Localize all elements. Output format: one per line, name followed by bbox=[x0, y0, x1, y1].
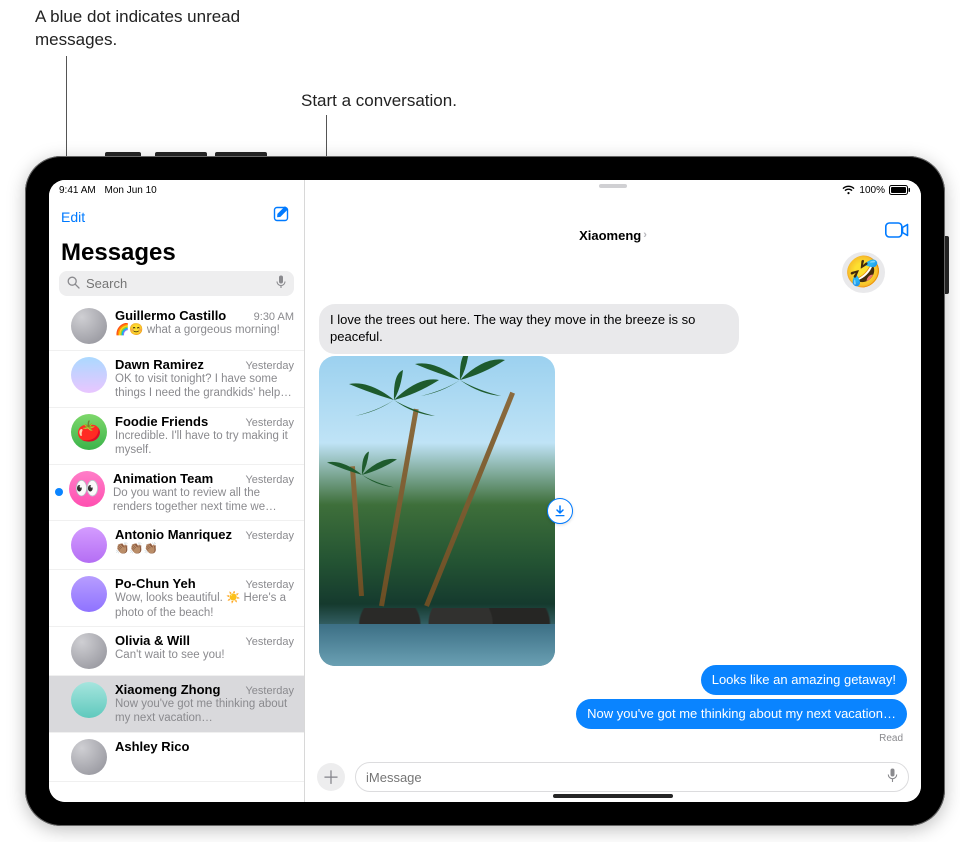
conversation-body: Dawn Ramirez YesterdayOK to visit tonight… bbox=[115, 357, 294, 401]
unread-dot bbox=[55, 488, 63, 496]
sidebar-title: Messages bbox=[49, 233, 304, 271]
avatar bbox=[71, 576, 107, 612]
dictate-icon[interactable] bbox=[276, 275, 286, 292]
conversation-time: Yesterday bbox=[245, 474, 294, 486]
conversation-row[interactable]: Guillermo Castillo 9:30 AM🌈😊 what a gorge… bbox=[49, 302, 304, 351]
conversation-name: Olivia & Will bbox=[115, 633, 190, 648]
download-icon bbox=[553, 504, 567, 518]
message-field[interactable] bbox=[355, 762, 909, 792]
avatar bbox=[71, 633, 107, 669]
status-time: 9:41 AM bbox=[59, 185, 96, 196]
conversation-body: Po-Chun Yeh YesterdayWow, looks beautiful… bbox=[115, 576, 294, 620]
search-box[interactable] bbox=[59, 271, 294, 296]
conversation-row[interactable]: Ashley Rico bbox=[49, 733, 304, 782]
chevron-right-icon: › bbox=[643, 229, 647, 241]
conversation-body: Foodie Friends YesterdayIncredible. I'll … bbox=[115, 414, 294, 458]
search-icon bbox=[67, 276, 80, 292]
conversation-row[interactable]: Xiaomeng Zhong YesterdayNow you've got me… bbox=[49, 676, 304, 733]
conversation-row[interactable]: Po-Chun Yeh YesterdayWow, looks beautiful… bbox=[49, 570, 304, 627]
dictate-icon[interactable] bbox=[887, 768, 898, 786]
conversation-preview: Now you've got me thinking about my next… bbox=[115, 697, 294, 726]
callout-compose: Start a conversation. bbox=[301, 90, 457, 113]
status-date: Mon Jun 10 bbox=[104, 185, 156, 196]
conversation-row[interactable]: 👀 Animation Team YesterdayDo you want to r… bbox=[49, 465, 304, 522]
conversation-preview: 🌈😊 what a gorgeous morning! bbox=[115, 323, 294, 337]
conversation-name: Guillermo Castillo bbox=[115, 308, 226, 323]
conversation-time: Yesterday bbox=[245, 530, 294, 542]
avatar bbox=[71, 357, 107, 393]
tapback-reaction[interactable]: 🤣 bbox=[842, 252, 885, 293]
conversations-sidebar: Edit Messages Guillermo Castillo9 bbox=[49, 180, 305, 802]
tapback-emoji: 🤣 bbox=[845, 256, 882, 289]
conversation-time: Yesterday bbox=[245, 417, 294, 429]
home-indicator[interactable] bbox=[553, 794, 673, 798]
battery-percent: 100% bbox=[859, 185, 885, 196]
conversation-body: Olivia & Will YesterdayCan't wait to see … bbox=[115, 633, 294, 662]
conversation-name: Foodie Friends bbox=[115, 414, 208, 429]
conversation-body: Guillermo Castillo 9:30 AM🌈😊 what a gorge… bbox=[115, 308, 294, 337]
conversation-row[interactable]: Antonio Manriquez Yesterday👏🏽👏🏽👏🏽 bbox=[49, 521, 304, 570]
incoming-photo[interactable] bbox=[319, 356, 555, 666]
conversation-row[interactable]: 🍅 Foodie Friends YesterdayIncredible. I'll… bbox=[49, 408, 304, 465]
outgoing-message[interactable]: Looks like an amazing getaway! bbox=[701, 665, 907, 695]
conversation-name: Dawn Ramirez bbox=[115, 357, 204, 372]
screen: 9:41 AM Mon Jun 10 100% Edit bbox=[49, 180, 921, 802]
incoming-message[interactable]: I love the trees out here. The way they … bbox=[319, 304, 739, 354]
conversation-time: Yesterday bbox=[245, 636, 294, 648]
conversation-time: Yesterday bbox=[245, 685, 294, 697]
outgoing-message[interactable]: Now you've got me thinking about my next… bbox=[576, 699, 907, 729]
wifi-icon bbox=[842, 185, 855, 195]
conversation-body: Antonio Manriquez Yesterday👏🏽👏🏽👏🏽 bbox=[115, 527, 294, 556]
conversation-list[interactable]: Guillermo Castillo 9:30 AM🌈😊 what a gorge… bbox=[49, 302, 304, 802]
contact-header[interactable]: Xiaomeng › bbox=[579, 228, 647, 243]
apps-plus-button[interactable]: ＋ bbox=[317, 763, 345, 791]
search-input[interactable] bbox=[86, 276, 270, 291]
facetime-button[interactable] bbox=[885, 222, 909, 243]
conversation-name: Ashley Rico bbox=[115, 739, 189, 754]
ipad-frame: 9:41 AM Mon Jun 10 100% Edit bbox=[25, 156, 945, 826]
conversation-body: Animation Team YesterdayDo you want to re… bbox=[113, 471, 294, 515]
callout-unread: A blue dot indicates unread messages. bbox=[35, 6, 295, 52]
avatar bbox=[71, 739, 107, 775]
message-input[interactable] bbox=[366, 770, 879, 785]
avatar: 👀 bbox=[69, 471, 105, 507]
chat-panel: Xiaomeng › 🤣 I love the trees out here. … bbox=[305, 180, 921, 802]
avatar bbox=[71, 682, 107, 718]
download-photo-button[interactable] bbox=[547, 498, 573, 524]
conversation-time: 9:30 AM bbox=[254, 311, 294, 323]
conversation-preview: Do you want to review all the renders to… bbox=[113, 486, 294, 515]
conversation-row[interactable]: Dawn Ramirez YesterdayOK to visit tonight… bbox=[49, 351, 304, 408]
edit-button[interactable]: Edit bbox=[61, 209, 85, 225]
avatar: 🍅 bbox=[71, 414, 107, 450]
battery-icon bbox=[889, 185, 911, 195]
conversation-preview: Can't wait to see you! bbox=[115, 648, 294, 662]
conversation-body: Xiaomeng Zhong YesterdayNow you've got me… bbox=[115, 682, 294, 726]
conversation-name: Po-Chun Yeh bbox=[115, 576, 196, 591]
chat-scroll[interactable]: 🤣 I love the trees out here. The way the… bbox=[305, 248, 921, 756]
conversation-name: Xiaomeng Zhong bbox=[115, 682, 220, 697]
conversation-row[interactable]: Olivia & Will YesterdayCan't wait to see … bbox=[49, 627, 304, 676]
video-icon bbox=[885, 222, 909, 238]
compose-icon bbox=[272, 204, 292, 224]
conversation-time: Yesterday bbox=[245, 360, 294, 372]
conversation-preview: Wow, looks beautiful. ☀️ Here's a photo … bbox=[115, 591, 294, 620]
conversation-preview: OK to visit tonight? I have some things … bbox=[115, 372, 294, 401]
conversation-body: Ashley Rico bbox=[115, 739, 294, 754]
compose-button[interactable] bbox=[270, 202, 294, 231]
plus-icon: ＋ bbox=[322, 764, 340, 790]
conversation-name: Antonio Manriquez bbox=[115, 527, 232, 542]
avatar bbox=[71, 308, 107, 344]
conversation-name: Animation Team bbox=[113, 471, 213, 486]
conversation-preview: Incredible. I'll have to try making it m… bbox=[115, 429, 294, 458]
read-receipt: Read bbox=[879, 733, 907, 744]
contact-name-label: Xiaomeng bbox=[579, 228, 641, 243]
conversation-preview: 👏🏽👏🏽👏🏽 bbox=[115, 542, 294, 556]
avatar bbox=[71, 527, 107, 563]
conversation-time: Yesterday bbox=[245, 579, 294, 591]
status-bar: 9:41 AM Mon Jun 10 100% bbox=[49, 180, 921, 198]
